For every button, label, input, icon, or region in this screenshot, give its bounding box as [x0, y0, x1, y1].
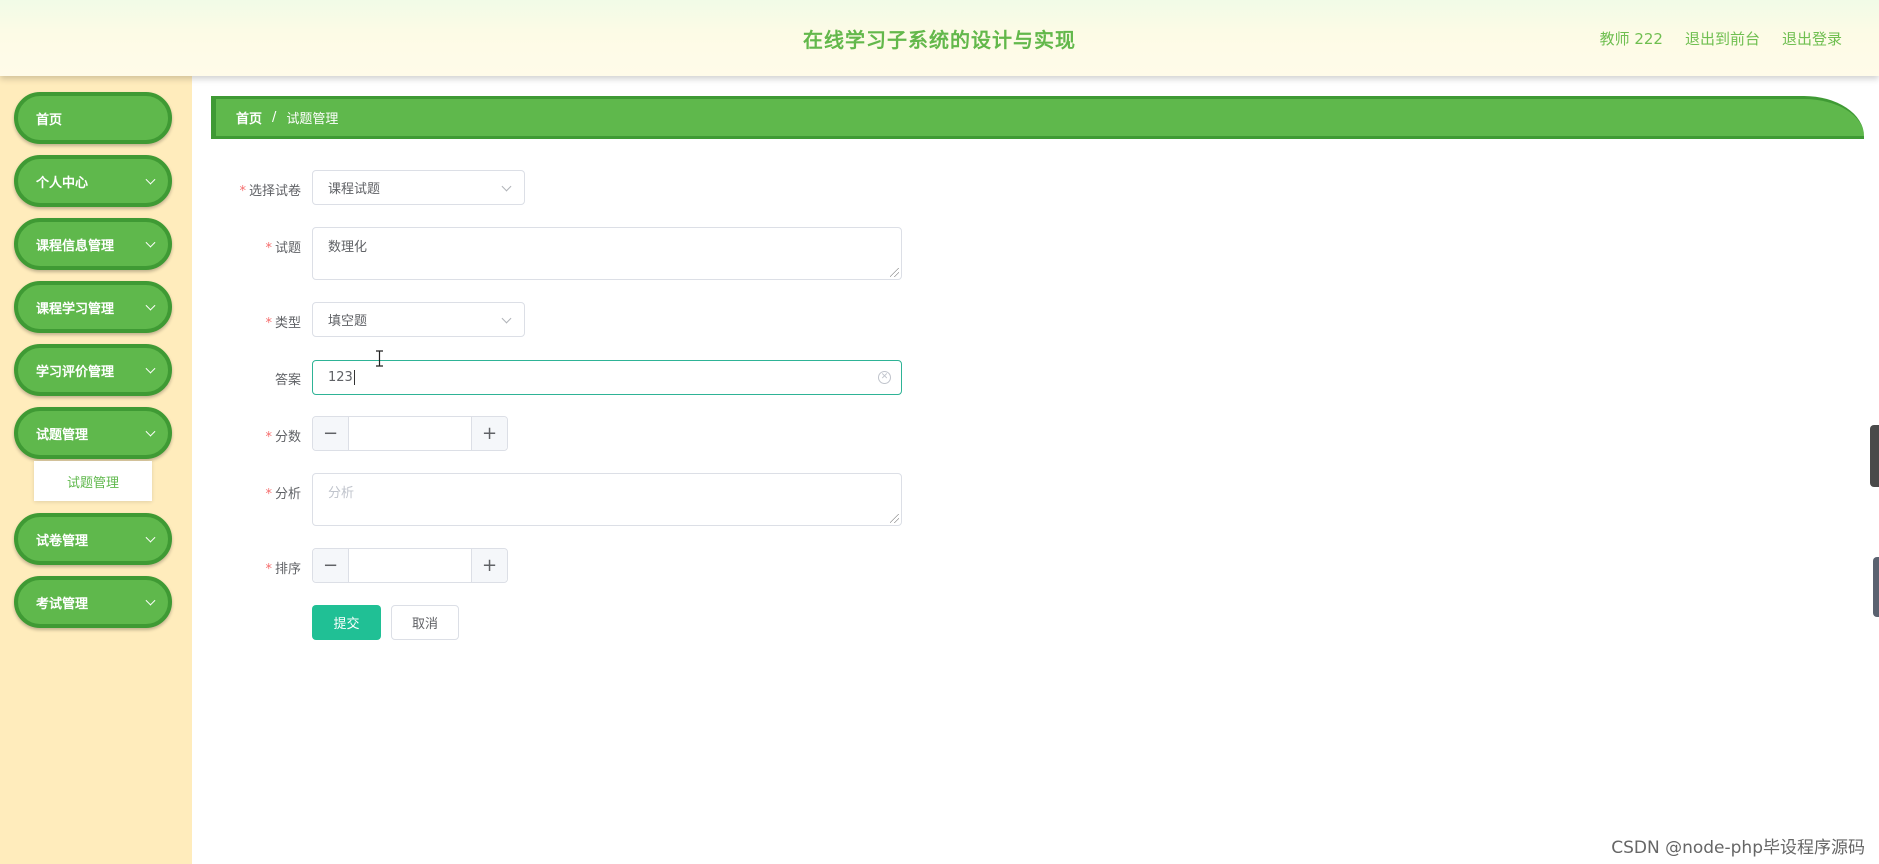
order-decrease-button[interactable]: − — [313, 549, 349, 582]
sidebar-item-label: 学习评价管理 — [36, 364, 115, 380]
answer-input[interactable]: 123 ✕ — [312, 360, 902, 395]
breadcrumb-separator: / — [272, 110, 277, 125]
sidebar-item-label: 首页 — [36, 112, 63, 128]
app-title: 在线学习子系统的设计与实现 — [803, 28, 1076, 52]
header: 在线学习子系统的设计与实现 教师 222 退出到前台 退出登录 — [0, 0, 1879, 76]
close-circle-icon[interactable]: ✕ — [878, 371, 891, 384]
chevron-down-icon — [501, 313, 512, 324]
score-label: * 分数 — [265, 430, 301, 445]
chevron-down-icon — [145, 300, 156, 311]
required-mark: * — [265, 241, 272, 256]
sidebar-item-label: 考试管理 — [36, 596, 89, 612]
breadcrumb-current: 试题管理 — [286, 112, 339, 127]
chevron-down-icon — [145, 363, 156, 374]
submenu-item-question-management[interactable]: 试题管理 — [34, 461, 152, 501]
question-textarea-value: 数理化 — [328, 240, 368, 255]
chevron-down-icon — [145, 532, 156, 543]
question-textarea[interactable]: 数理化 — [312, 227, 902, 280]
sidebar-item-label: 个人中心 — [36, 175, 89, 191]
score-decrease-button[interactable]: − — [313, 417, 349, 450]
logout-link[interactable]: 退出登录 — [1782, 28, 1842, 49]
breadcrumb-home[interactable]: 首页 — [236, 108, 262, 127]
sidebar-item-exam-management[interactable]: 考试管理 — [14, 576, 172, 628]
answer-label: 答案 — [274, 373, 301, 388]
required-mark: * — [265, 316, 272, 331]
breadcrumb: 首页 / 试题管理 — [211, 96, 1864, 139]
sidebar-item-paper-management[interactable]: 试卷管理 — [14, 513, 172, 565]
sidebar-item-label: 课程学习管理 — [36, 301, 115, 317]
sidebar-item-course-info[interactable]: 课程信息管理 — [14, 218, 172, 270]
cancel-button[interactable]: 取消 — [391, 605, 459, 640]
paper-select[interactable]: 课程试题 — [312, 170, 525, 205]
exit-to-front-link[interactable]: 退出到前台 — [1685, 28, 1760, 49]
analysis-textarea[interactable]: 分析 — [312, 473, 902, 526]
order-stepper[interactable]: − + — [312, 548, 508, 583]
score-stepper[interactable]: − + — [312, 416, 508, 451]
order-increase-button[interactable]: + — [471, 549, 507, 582]
analysis-placeholder: 分析 — [328, 486, 355, 501]
sidebar-item-course-study[interactable]: 课程学习管理 — [14, 281, 172, 333]
type-select[interactable]: 填空题 — [312, 302, 525, 337]
required-mark: * — [265, 562, 272, 577]
paper-label: * 选择试卷 — [239, 184, 301, 199]
sidebar-item-label: 课程信息管理 — [36, 238, 115, 254]
side-handle-lower[interactable] — [1873, 557, 1879, 617]
text-caret — [353, 370, 355, 385]
submit-button[interactable]: 提交 — [312, 605, 381, 640]
type-select-value: 填空题 — [328, 314, 368, 329]
sidebar-item-study-evaluation[interactable]: 学习评价管理 — [14, 344, 172, 396]
analysis-label: * 分析 — [265, 487, 301, 502]
sidebar-item-question-management[interactable]: 试题管理 — [14, 407, 172, 459]
header-nav: 教师 222 退出到前台 退出登录 — [1600, 28, 1842, 49]
resize-handle-icon[interactable] — [890, 514, 899, 523]
required-mark: * — [265, 487, 272, 502]
required-mark: * — [239, 184, 246, 199]
paper-select-value: 课程试题 — [328, 182, 381, 197]
sidebar-item-label: 试卷管理 — [36, 533, 89, 549]
current-user-link[interactable]: 教师 222 — [1600, 28, 1663, 49]
score-input[interactable] — [350, 417, 470, 450]
chevron-down-icon — [145, 595, 156, 606]
answer-input-value: 123 — [328, 370, 353, 385]
order-label: * 排序 — [265, 562, 301, 577]
sidebar-item-personal-center[interactable]: 个人中心 — [14, 155, 172, 207]
resize-handle-icon[interactable] — [890, 268, 899, 277]
sidebar-item-label: 试题管理 — [36, 427, 89, 443]
question-label: * 试题 — [265, 241, 301, 256]
chevron-down-icon — [501, 181, 512, 192]
side-handle-upper[interactable] — [1870, 425, 1879, 487]
type-label: * 类型 — [265, 316, 301, 331]
score-increase-button[interactable]: + — [471, 417, 507, 450]
watermark: CSDN @node-php毕设程序源码 — [1611, 838, 1865, 858]
required-mark: * — [265, 430, 272, 445]
chevron-down-icon — [145, 426, 156, 437]
submenu-item-label: 试题管理 — [66, 475, 119, 491]
sidebar-item-home[interactable]: 首页 — [14, 92, 172, 144]
chevron-down-icon — [145, 237, 156, 248]
chevron-down-icon — [145, 174, 156, 185]
order-input[interactable] — [350, 549, 470, 582]
